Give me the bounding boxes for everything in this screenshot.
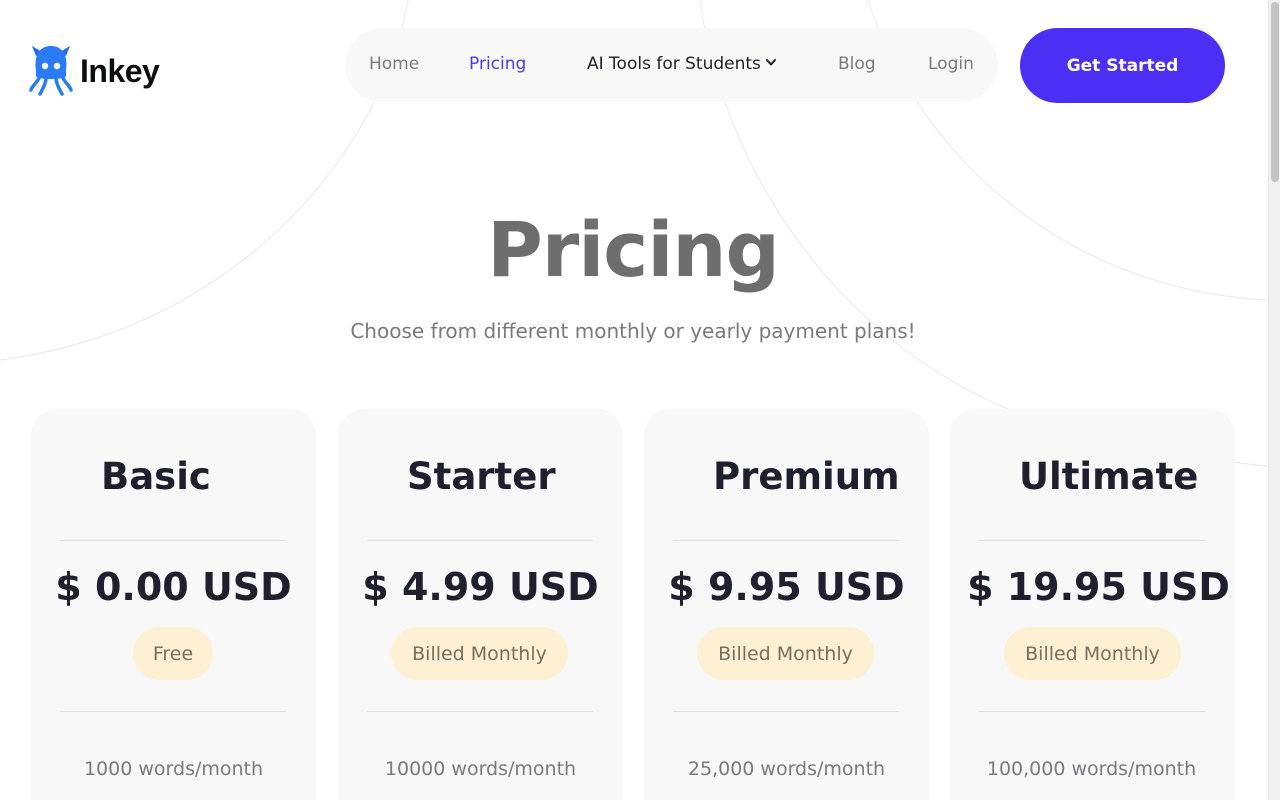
plan-name: Premium	[713, 455, 900, 498]
main-nav: Home Pricing AI Tools for Students Blog …	[345, 28, 998, 102]
divider	[673, 540, 899, 541]
plan-word-limit: 1000 words/month	[83, 758, 264, 780]
scrollbar-thumb[interactable]	[1271, 2, 1279, 182]
nav-home[interactable]: Home	[369, 54, 419, 74]
billing-badge: Billed Monthly	[1004, 627, 1181, 680]
brand-name: Inkey	[80, 52, 160, 89]
plan-word-limit: 100,000 words/month	[986, 758, 1197, 780]
get-started-button[interactable]: Get Started	[1020, 28, 1225, 103]
squid-icon	[29, 46, 73, 96]
nav-login[interactable]: Login	[928, 54, 974, 74]
plan-price: $ 19.95 USD	[967, 565, 1230, 609]
nav-blog[interactable]: Blog	[838, 54, 876, 74]
divider	[60, 711, 286, 712]
chevron-down-icon	[765, 59, 776, 66]
plan-price: $ 4.99 USD	[362, 565, 599, 609]
nav-pricing[interactable]: Pricing	[469, 54, 526, 74]
site-header: Inkey Home Pricing AI Tools for Students…	[0, 0, 1268, 130]
plan-name: Basic	[101, 455, 211, 498]
plan-name: Ultimate	[1019, 455, 1199, 498]
divider	[979, 711, 1205, 712]
plan-price: $ 0.00 USD	[55, 565, 292, 609]
page-title: Pricing	[487, 205, 780, 294]
divider	[60, 540, 286, 541]
plan-name: Starter	[407, 455, 556, 498]
divider	[673, 711, 899, 712]
plan-price: $ 9.95 USD	[668, 565, 905, 609]
divider	[367, 540, 593, 541]
logo[interactable]: Inkey	[28, 44, 160, 98]
billing-badge: Billed Monthly	[391, 627, 568, 680]
plan-word-limit: 10000 words/month	[384, 758, 577, 780]
page-scrollbar[interactable]	[1268, 0, 1280, 800]
nav-ai-tools-dropdown[interactable]: AI Tools for Students	[587, 54, 777, 74]
divider	[367, 711, 593, 712]
plan-word-limit: 25,000 words/month	[687, 758, 886, 780]
nav-ai-tools-label: AI Tools for Students	[587, 54, 761, 74]
billing-badge: Free	[133, 627, 213, 680]
billing-badge: Billed Monthly	[697, 627, 874, 680]
divider	[979, 540, 1205, 541]
page-subtitle: Choose from different monthly or yearly …	[350, 319, 916, 343]
